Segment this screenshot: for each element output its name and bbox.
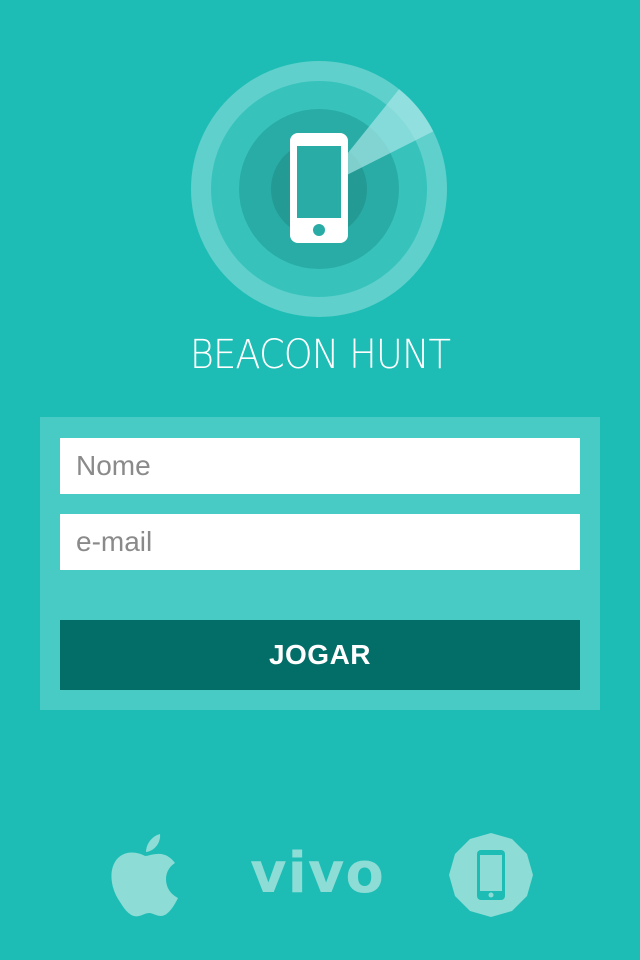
app-title: BEACON HUNT [189,332,451,378]
email-input[interactable] [60,514,580,570]
beacon-radar-logo-icon [191,61,447,317]
play-button[interactable]: JOGAR [60,620,580,690]
name-input[interactable] [60,438,580,494]
vivo-logo: vivo [250,841,385,906]
login-form: JOGAR [40,417,600,710]
phone-badge-icon [449,833,533,917]
apple-logo-icon [111,834,178,917]
